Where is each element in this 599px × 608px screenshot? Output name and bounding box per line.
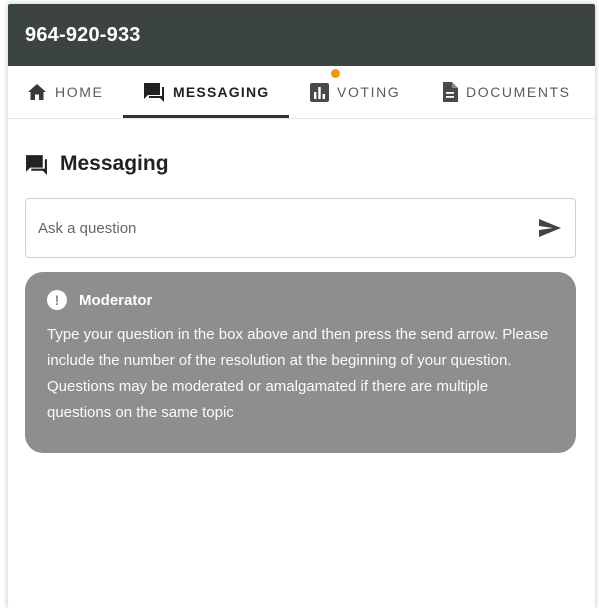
send-icon [539,219,561,237]
tab-messaging[interactable]: MESSAGING [143,66,269,118]
document-icon [443,82,458,102]
messaging-title-text: Messaging [60,152,169,175]
tab-home-label: HOME [55,84,104,100]
app-window: 964-920-933 HOME MESSAGING VOTING DOCUME… [8,4,595,608]
alert-icon: ! [47,290,67,310]
active-tab-indicator [123,115,289,118]
send-button[interactable] [525,199,575,257]
question-input[interactable] [26,198,525,258]
question-input-box [25,198,576,258]
tab-bar: HOME MESSAGING VOTING DOCUMENTS [8,66,595,119]
tab-voting-label: VOTING [337,84,401,100]
moderator-message: Type your question in the box above and … [47,326,549,421]
moderator-header: ! Moderator [47,290,554,310]
tab-home[interactable]: HOME [27,66,103,118]
header-bar: 964-920-933 [8,4,595,66]
moderator-message-card: ! Moderator Type your question in the bo… [25,272,576,453]
tab-messaging-label: MESSAGING [173,84,270,100]
chat-icon [26,154,47,175]
bar-chart-icon [310,82,329,102]
voting-notification-dot [331,69,340,78]
chat-icon [144,83,164,102]
moderator-title: Moderator [79,291,153,309]
meeting-id-title: 964-920-933 [25,23,141,46]
messaging-section-title: Messaging [25,152,169,176]
home-icon [28,84,46,100]
tab-documents-label: DOCUMENTS [466,84,571,100]
tab-voting[interactable]: VOTING [310,66,400,118]
tab-documents[interactable]: DOCUMENTS [442,66,571,118]
